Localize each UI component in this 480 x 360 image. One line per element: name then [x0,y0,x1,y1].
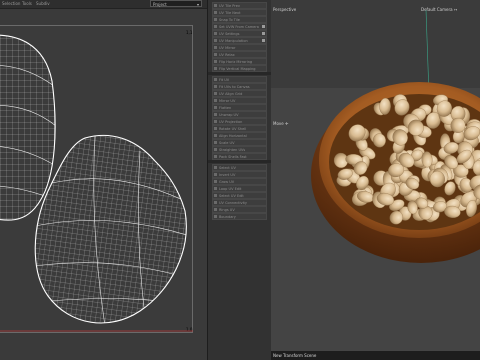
tool-list-item[interactable]: Flip Horiz Mirroring [212,58,267,65]
tool-icon [214,134,217,137]
tool-list-item[interactable]: UV Projection [212,118,267,125]
uv-tools-panel: UV Tile Prev UV Tile Next Snap To Tile Set … [207,0,272,360]
tool-icon [214,18,217,21]
tool-list-item[interactable]: Align Horizontal [212,132,267,139]
list-separator [208,72,271,75]
tool-icon [214,194,217,197]
viewport-scene [271,0,480,351]
tool-list-item[interactable]: UV Connectivity [212,199,267,206]
uv-canvas[interactable]: 1,1 1,0 [0,25,193,333]
status-text: New Transform Scene [273,353,317,358]
menu-selection[interactable]: Selection [2,0,20,8]
tool-icon [214,166,217,169]
tool-list-item[interactable]: Fit UVs to Canvas [212,83,267,90]
tool-list-item[interactable]: Select UV [212,164,267,171]
tool-icon [214,60,217,63]
tool-icon [214,201,217,204]
tool-list-item[interactable]: UV Settings [212,30,267,37]
uv-menubar: Selection Tools Subdiv Project ▾ [0,0,207,9]
tool-icon [214,173,217,176]
dropdown-value: Project [153,2,167,7]
tool-icon [214,92,217,95]
tool-icon [214,39,217,42]
tool-list-item[interactable]: Flip Vertical Mapping [212,65,267,72]
menu-tools[interactable]: Tools [22,0,32,8]
tool-list-item[interactable]: Invert UV [212,171,267,178]
tool-icon [214,187,217,190]
tool-icon [214,46,217,49]
options-icon[interactable] [262,32,265,35]
tool-icon [214,148,217,151]
perspective-viewport[interactable]: View Cameras Display Options Filter Pane… [271,0,480,360]
tool-list-item[interactable]: Unwrap UV [212,111,267,118]
tool-icon [214,32,217,35]
tool-list-item[interactable]: UV Tile Next [212,9,267,16]
tool-icon [214,113,217,116]
options-icon[interactable] [262,25,265,28]
viewport-label: Perspective [273,7,297,12]
tool-icon [214,208,217,211]
tool-icon [214,127,217,130]
tool-list-item[interactable]: Set UVW From Camera [212,23,267,30]
tool-icon [214,99,217,102]
tool-icon [214,53,217,56]
chevron-down-icon: ▾ [196,2,199,7]
nut-shape [429,170,445,188]
camera-label[interactable]: Default Camera ↦ [421,7,457,12]
list-separator [208,160,271,163]
tool-icon [214,155,217,158]
tool-icon [214,67,217,70]
tool-icon [214,11,217,14]
tool-list-item[interactable]: Boundary [212,213,267,220]
tool-label: Boundary [219,215,236,219]
tool-list-item[interactable]: UV Tile Prev [212,2,267,9]
tool-list-item[interactable]: UV Mirror [212,44,267,51]
tool-icon [214,120,217,123]
tool-list-item[interactable]: UV Relax [212,51,267,58]
tool-list-item[interactable]: Pack Shells Fast [212,153,267,160]
tool-icon [214,141,217,144]
tool-icon [214,85,217,88]
tool-list-item[interactable]: Rings UV [212,206,267,213]
tool-list-item[interactable]: Rotate UV Shell [212,125,267,132]
uv-mesh-drawing: 1,1 1,0 [0,30,193,332]
tool-list-item[interactable]: UV Manipulation [212,37,267,44]
tool-list-item[interactable]: Loop UV Edit [212,185,267,192]
tool-list-item[interactable]: Mirror UV [212,97,267,104]
tool-icon [214,4,217,7]
menu-subdiv[interactable]: Subdiv [36,0,50,8]
tool-list-item[interactable]: Flatten [212,104,267,111]
tool-icon [214,78,217,81]
uv-coord-top-right: 1,1 [186,30,193,35]
uv-editor-panel: Selection Tools Subdiv Project ▾ 1,1 1,0 [0,0,207,360]
tool-list-item[interactable]: UV Align Grid [212,90,267,97]
tool-list-item[interactable]: Snap To Tile [212,16,267,23]
tool-list-item[interactable]: Select UV Edit [212,192,267,199]
tool-icon [214,215,217,218]
tool-list-item[interactable]: Scale UV [212,139,267,146]
tool-icon [214,106,217,109]
tool-icon [214,180,217,183]
move-tool-label: Move ✛ [273,121,289,126]
tool-list-item[interactable]: Grow UV [212,178,267,185]
tool-icon [214,25,217,28]
tool-list-item[interactable]: Fit UV [212,76,267,83]
projection-dropdown[interactable]: Project ▾ [150,0,202,7]
tool-list-item[interactable]: Straighten UVs [212,146,267,153]
options-icon[interactable] [262,39,265,42]
